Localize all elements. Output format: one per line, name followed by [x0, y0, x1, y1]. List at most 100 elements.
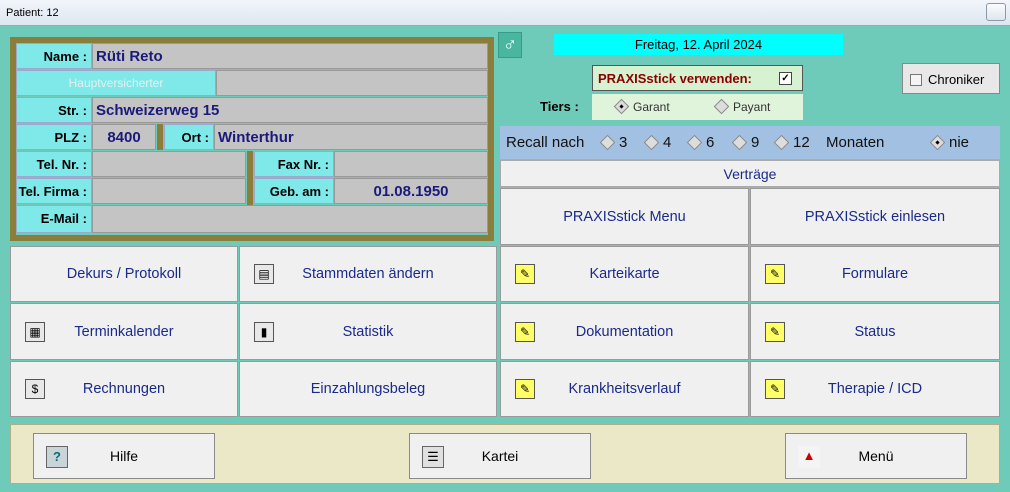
telfirma-label: Tel. Firma :	[16, 178, 92, 204]
recall-option-label: 6	[706, 134, 715, 151]
tel-field[interactable]	[92, 151, 246, 177]
button-label: PRAXISstick einlesen	[804, 208, 946, 225]
close-button[interactable]	[986, 3, 1006, 21]
button-label: Karteikarte	[589, 266, 660, 282]
plz-field[interactable]: 8400	[92, 124, 156, 150]
fax-label: Fax Nr. :	[254, 151, 334, 177]
button-label: Rechnungen	[82, 381, 166, 397]
form-icon: ▤	[254, 264, 274, 284]
button-label: Terminkalender	[74, 323, 174, 340]
tiers-garant-radio[interactable]: Garant	[613, 98, 670, 115]
patient-card: Name : Rüti Reto Hauptversicherter Str. …	[10, 37, 494, 241]
tiers-payant-label: Payant	[733, 100, 771, 114]
einzahlungsbeleg-button[interactable]: Einzahlungsbeleg	[239, 361, 497, 417]
therapie-button[interactable]: ✎ Therapie / ICD	[750, 361, 1000, 417]
telfirma-field[interactable]	[92, 178, 246, 204]
recall-label: Recall nach	[506, 134, 585, 151]
recall-bar: Recall nach 3 4 6 9 12 Monaten nie	[500, 126, 1000, 159]
recall-option-3[interactable]: 3	[599, 134, 628, 151]
radio-icon	[713, 98, 730, 115]
dokumentation-button[interactable]: ✎ Dokumentation	[500, 303, 749, 360]
dekurs-button[interactable]: Dekurs / Protokoll	[10, 246, 238, 302]
chroniker-checkbox[interactable]: Chroniker	[902, 63, 1000, 94]
praxisstick-use-box[interactable]: PRAXISstick verwenden: ✓	[592, 65, 803, 91]
button-label: Statistik	[342, 323, 394, 340]
karteikarte-button[interactable]: ✎ Karteikarte	[500, 246, 749, 302]
rechnungen-button[interactable]: $ Rechnungen	[10, 361, 238, 417]
recall-option-label: 12	[793, 134, 810, 151]
radio-selected-icon	[929, 134, 946, 151]
menu-button[interactable]: ▲ Menü	[785, 433, 967, 479]
email-field[interactable]	[92, 205, 488, 233]
edit-icon: ✎	[765, 321, 785, 342]
hilfe-button[interactable]: ? Hilfe	[33, 433, 215, 479]
button-label: Hilfe	[109, 448, 138, 464]
bottom-bar: ? Hilfe ☰ Kartei ▲ Menü	[10, 424, 1000, 484]
name-field[interactable]: Rüti Reto	[92, 43, 488, 69]
edit-icon: ✎	[515, 321, 535, 342]
recall-option-9[interactable]: 9	[731, 134, 759, 151]
divider	[247, 151, 253, 205]
radio-icon	[599, 134, 616, 151]
button-label: Stammdaten ändern	[302, 266, 434, 282]
button-label: Einzahlungsbeleg	[310, 381, 426, 397]
patient-window: Name : Rüti Reto Hauptversicherter Str. …	[0, 26, 1010, 492]
recall-option-4[interactable]: 4	[643, 134, 672, 151]
ort-field[interactable]: Winterthur	[214, 124, 488, 150]
recall-option-nie[interactable]: nie	[929, 134, 970, 151]
radio-selected-icon	[613, 98, 630, 115]
help-icon: ?	[46, 446, 68, 468]
praxisstick-menu-button[interactable]: PRAXISstick Menu	[500, 188, 749, 245]
radio-icon	[773, 134, 790, 151]
street-label: Str. :	[16, 97, 92, 123]
title-bar: Patient: 12	[0, 0, 1010, 26]
status-button[interactable]: ✎ Status	[750, 303, 1000, 360]
recall-option-label: 3	[619, 134, 628, 151]
window-title: Patient: 12	[6, 7, 59, 19]
praxisstick-use-label: PRAXISstick verwenden:	[598, 71, 752, 86]
street-field[interactable]: Schweizerweg 15	[92, 97, 488, 123]
edit-icon: ✎	[765, 264, 785, 284]
edit-icon: ✎	[765, 379, 785, 399]
vertraege-header[interactable]: Verträge	[500, 160, 1000, 187]
radio-icon	[731, 134, 748, 151]
divider	[157, 124, 163, 150]
male-gender-icon[interactable]: ♂	[498, 32, 522, 58]
chroniker-label: Chroniker	[928, 72, 985, 87]
button-label: Kartei	[481, 448, 519, 464]
krankheitsverlauf-button[interactable]: ✎ Krankheitsverlauf	[500, 361, 749, 417]
praxisstick-use-checkbox[interactable]: ✓	[779, 72, 792, 85]
hauptversicherter-field[interactable]	[216, 70, 488, 96]
kartei-button[interactable]: ☰ Kartei	[409, 433, 591, 479]
date-display: Freitag, 12. April 2024	[554, 34, 843, 55]
chroniker-check-box[interactable]	[910, 74, 922, 86]
praxisstick-read-button[interactable]: PRAXISstick einlesen	[750, 188, 1000, 245]
tiers-payant-radio[interactable]: Payant	[713, 98, 771, 115]
statistik-button[interactable]: ▮ Statistik	[239, 303, 497, 360]
shapes-icon: ▲	[798, 446, 820, 468]
terminkalender-button[interactable]: ▦ Terminkalender	[10, 303, 238, 360]
fax-field[interactable]	[334, 151, 488, 177]
button-label: Krankheitsverlauf	[568, 381, 681, 397]
recall-option-6[interactable]: 6	[686, 134, 715, 151]
button-label: Therapie / ICD	[827, 381, 923, 397]
button-label: Dokumentation	[575, 323, 674, 340]
name-label: Name :	[16, 43, 92, 69]
formulare-button[interactable]: ✎ Formulare	[750, 246, 1000, 302]
invoice-icon: $	[25, 379, 45, 399]
tiers-options: Garant Payant	[592, 94, 803, 120]
tiers-garant-label: Garant	[633, 100, 670, 114]
hauptversicherter-label: Hauptversicherter	[16, 70, 216, 96]
recall-option-12[interactable]: 12	[773, 134, 810, 151]
list-icon: ☰	[422, 446, 444, 468]
email-label: E-Mail :	[16, 205, 92, 233]
geb-field[interactable]: 01.08.1950	[334, 178, 488, 204]
stammdaten-button[interactable]: ▤ Stammdaten ändern	[239, 246, 497, 302]
edit-icon: ✎	[515, 379, 535, 399]
radio-icon	[686, 134, 703, 151]
recall-unit-label: Monaten	[826, 134, 885, 151]
tel-label: Tel. Nr. :	[16, 151, 92, 177]
recall-option-label: nie	[949, 134, 970, 151]
recall-option-label: 4	[663, 134, 672, 151]
button-label: Status	[854, 323, 896, 340]
